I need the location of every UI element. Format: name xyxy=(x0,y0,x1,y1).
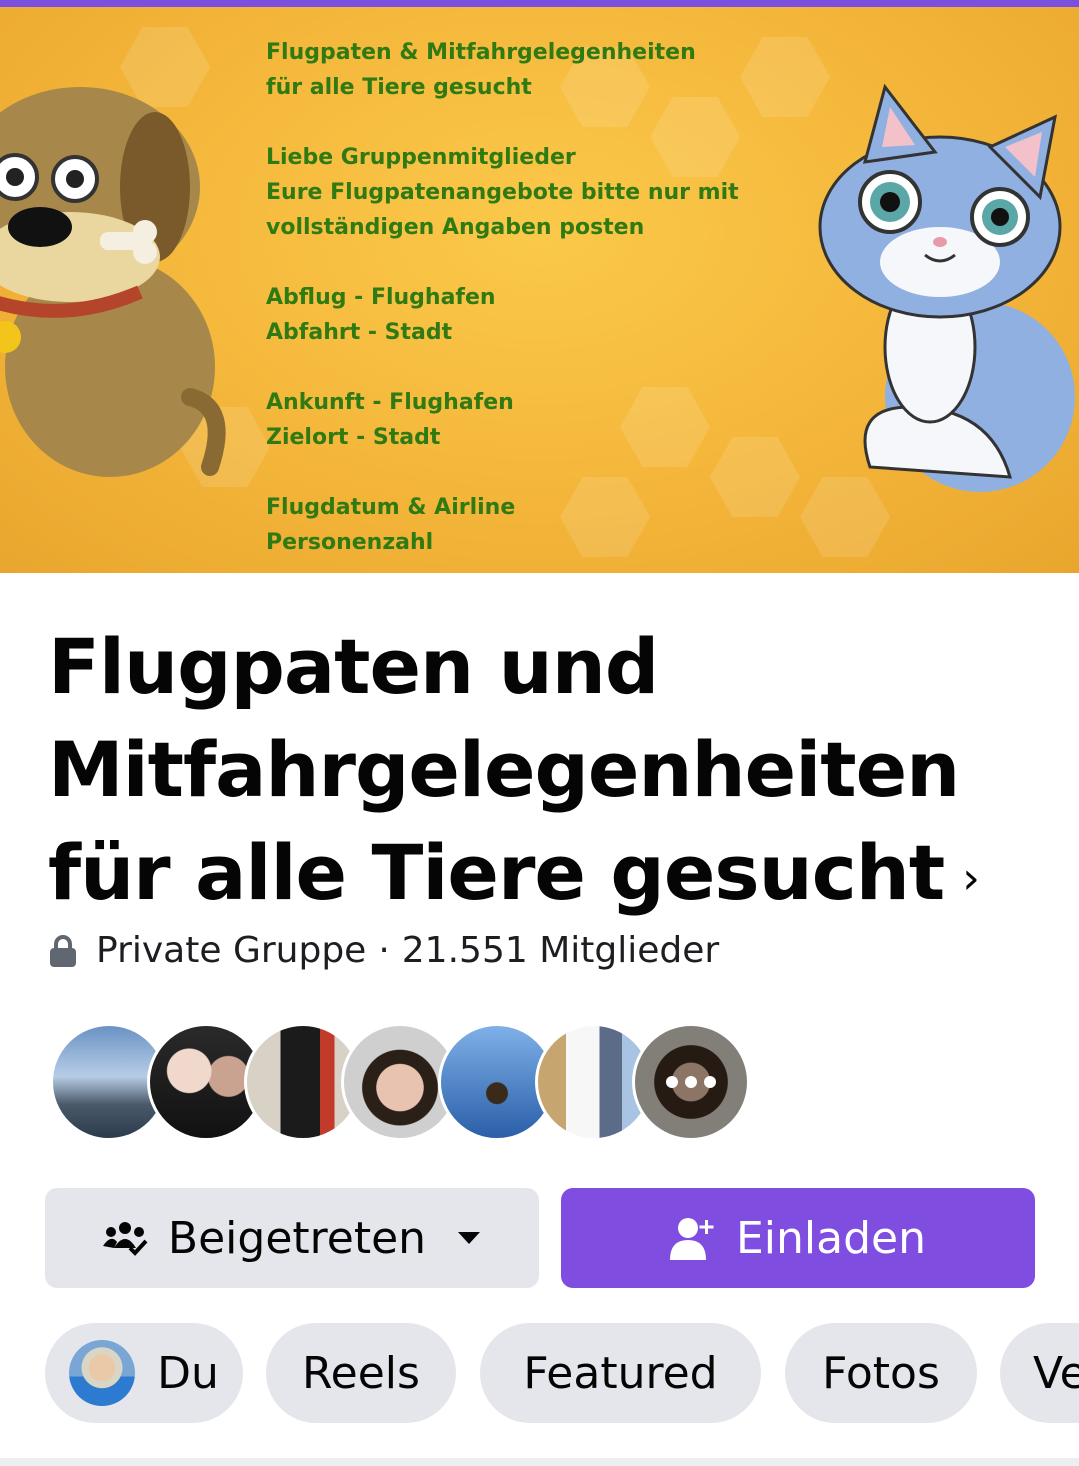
caret-down-icon xyxy=(456,1230,482,1246)
group-check-icon xyxy=(102,1220,148,1256)
invite-label: Einladen xyxy=(736,1212,926,1264)
group-meta: Private Gruppe · 21.551 Mitglieder xyxy=(48,930,719,971)
privacy-label: Private Gruppe xyxy=(96,930,367,971)
joined-button[interactable]: Beigetreten xyxy=(45,1188,539,1288)
tab-reels[interactable]: Reels xyxy=(266,1323,456,1423)
tab-label: Ve xyxy=(1033,1347,1079,1399)
dog-illustration xyxy=(0,87,226,477)
more-members-avatar[interactable] xyxy=(632,1023,750,1141)
lock-icon xyxy=(50,934,76,967)
tab-label: Fotos xyxy=(822,1347,940,1399)
group-title-text[interactable]: Flugpaten und Mitfahrgelegenheiten für a… xyxy=(48,622,960,917)
tab-fotos[interactable]: Fotos xyxy=(785,1323,977,1423)
tab-du[interactable]: Du xyxy=(45,1323,243,1423)
invite-button[interactable]: Einladen xyxy=(561,1188,1035,1288)
more-icon[interactable] xyxy=(635,1026,747,1138)
joined-label: Beigetreten xyxy=(167,1212,427,1264)
chevron-right-icon[interactable]: › xyxy=(962,827,980,930)
cover-text: Flugpaten & Mitfahrgelegenheiten für all… xyxy=(266,40,739,555)
tab-featured[interactable]: Featured xyxy=(480,1323,761,1423)
group-title[interactable]: Flugpaten und Mitfahrgelegenheiten für a… xyxy=(48,615,1038,930)
tab-label: Featured xyxy=(523,1347,718,1399)
cat-illustration xyxy=(818,83,1075,492)
cover-photo[interactable]: Flugpaten & Mitfahrgelegenheiten für all… xyxy=(0,7,1079,573)
tab-label: Reels xyxy=(302,1347,420,1399)
meta-separator: · xyxy=(378,930,390,971)
tab-label: Du xyxy=(157,1347,219,1399)
add-person-icon xyxy=(670,1216,716,1260)
top-accent-bar xyxy=(0,0,1079,7)
avatar xyxy=(69,1340,136,1406)
divider xyxy=(0,1458,1079,1466)
tab-more[interactable]: Ve xyxy=(1000,1323,1079,1423)
member-count[interactable]: 21.551 Mitglieder xyxy=(402,930,719,971)
